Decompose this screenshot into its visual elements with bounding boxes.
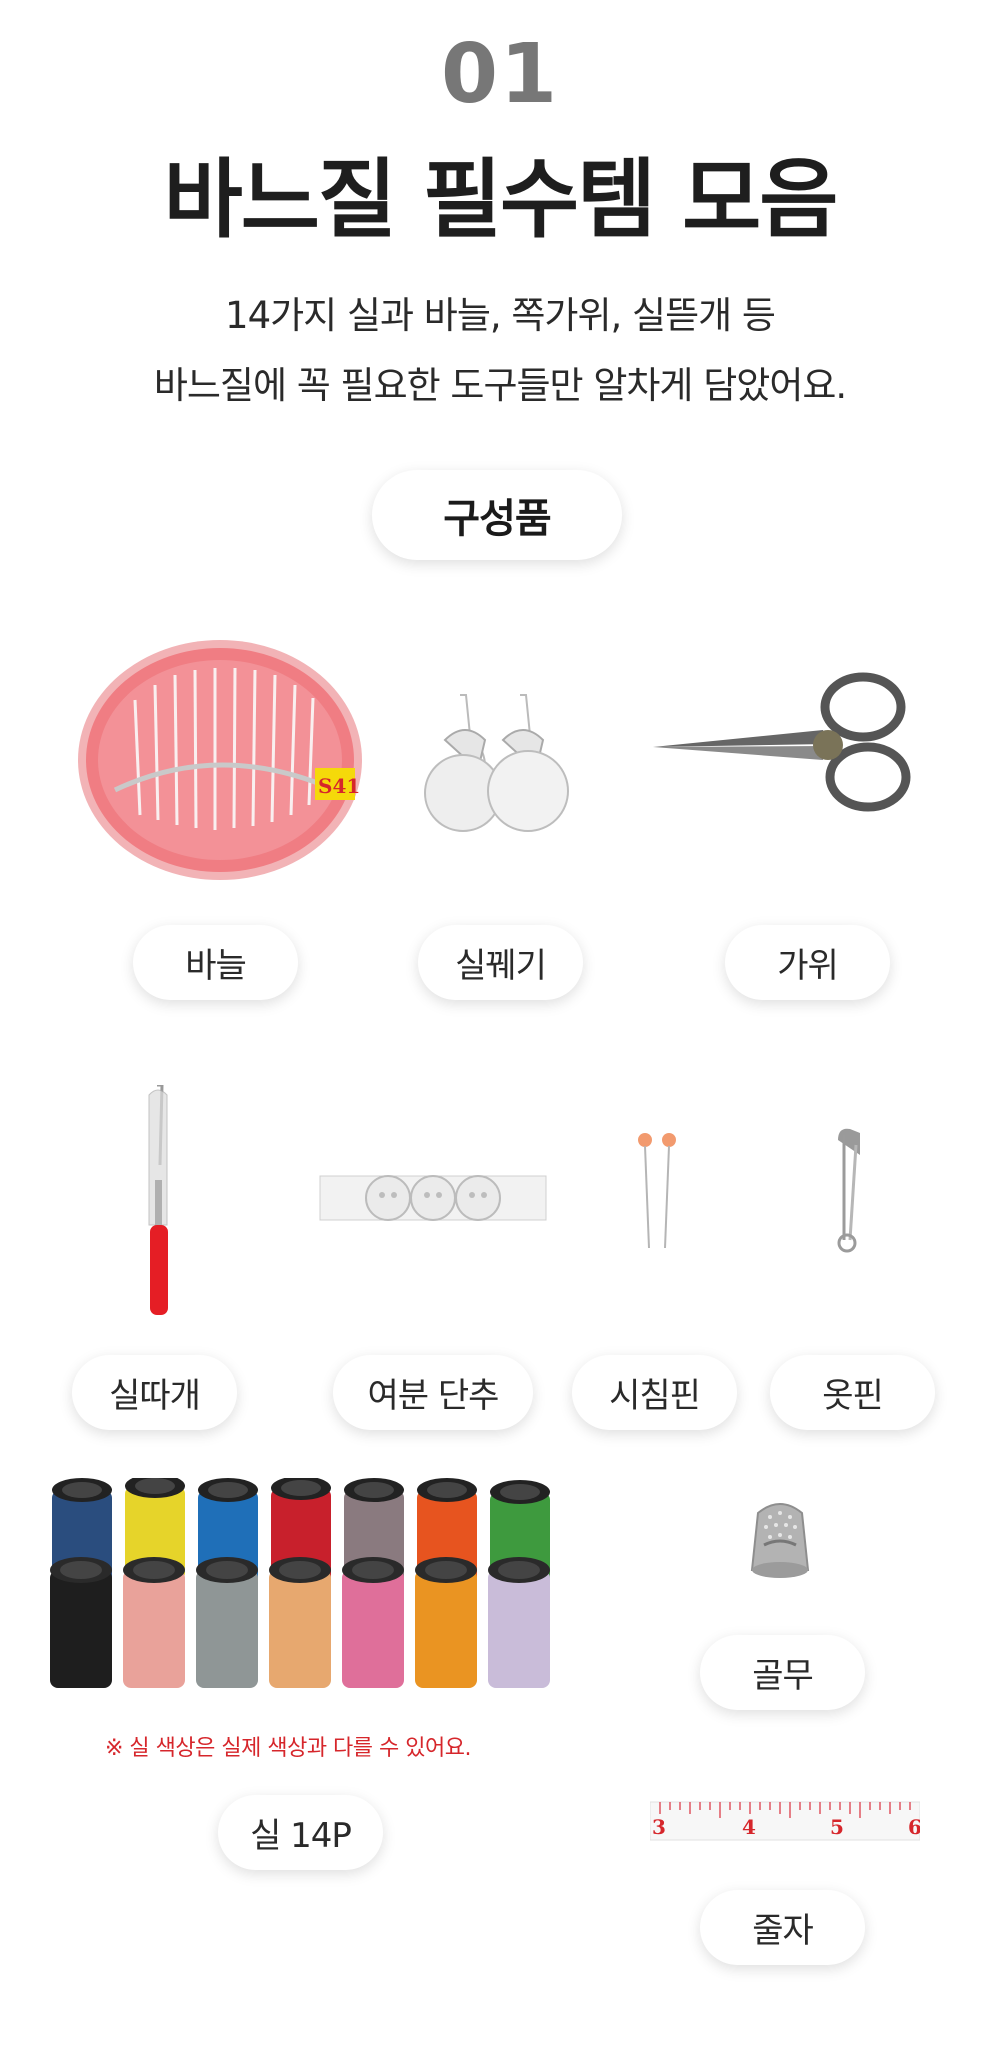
label-scissors: 가위 bbox=[725, 925, 890, 1000]
components-label: 구성품 bbox=[372, 470, 622, 560]
label-safety-pin: 옷핀 bbox=[770, 1355, 935, 1430]
label-sewing-pin: 시침핀 bbox=[572, 1355, 737, 1430]
tape-measure-image: 3 4 5 6 bbox=[650, 1801, 920, 1841]
label-tape-measure: 줄자 bbox=[700, 1890, 865, 1965]
needle-case-label: S41 bbox=[318, 774, 360, 798]
needle-case-image: S41 bbox=[78, 640, 362, 880]
label-thimble: 골무 bbox=[700, 1635, 865, 1710]
step-number: 01 bbox=[440, 27, 560, 122]
seam-ripper-image bbox=[148, 1085, 168, 1315]
tape-number-6: 6 bbox=[908, 1815, 920, 1839]
description-line-1: 14가지 실과 바늘, 쪽가위, 실뜯개 등 bbox=[225, 294, 776, 337]
label-spare-buttons: 여분 단추 bbox=[333, 1355, 533, 1430]
tape-number-5: 5 bbox=[830, 1815, 844, 1839]
scissors-image bbox=[653, 672, 911, 812]
threader-image bbox=[424, 694, 569, 832]
label-seam-ripper: 실따개 bbox=[72, 1355, 237, 1430]
spare-buttons-image bbox=[319, 1175, 547, 1221]
label-threader: 실꿰기 bbox=[418, 925, 583, 1000]
description-line-2: 바느질에 꼭 필요한 도구들만 알차게 담았어요. bbox=[153, 364, 847, 407]
page-title: 바느질 필수템 모음 bbox=[163, 150, 839, 250]
label-thread: 실 14P bbox=[218, 1795, 383, 1870]
sewing-pin-image bbox=[638, 1133, 676, 1249]
label-needle: 바늘 bbox=[133, 925, 298, 1000]
safety-pin-image bbox=[837, 1128, 860, 1253]
thread-color-note: ※ 실 색상은 실제 색상과 다를 수 있어요. bbox=[105, 1736, 471, 1761]
tape-number-4: 4 bbox=[742, 1815, 756, 1839]
tape-number-3: 3 bbox=[652, 1815, 666, 1839]
thread-spools-image bbox=[50, 1478, 550, 1688]
thimble-image bbox=[750, 1503, 810, 1578]
